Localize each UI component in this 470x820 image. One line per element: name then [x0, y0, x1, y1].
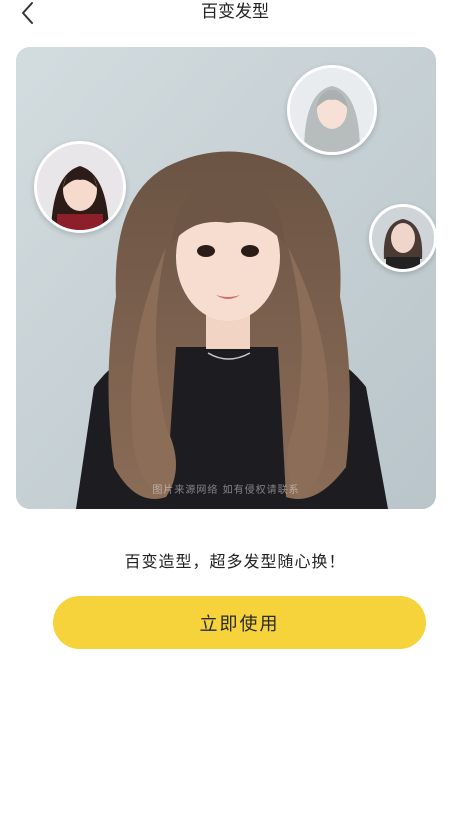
hairstyle-avatar-2: [287, 65, 377, 155]
use-now-button[interactable]: 立即使用: [53, 596, 426, 649]
top-nav-bar: 百变发型: [0, 0, 470, 28]
hairstyle-avatar-3: [369, 204, 436, 272]
hero-banner-image: 图片来源网络 如有侵权请联系: [16, 47, 436, 509]
image-watermark: 图片来源网络 如有侵权请联系: [152, 485, 300, 496]
page-title: 百变发型: [201, 2, 269, 22]
slogan-text: 百变造型，超多发型随心换！: [124, 552, 346, 571]
hairstyle-avatar-1: [34, 141, 126, 233]
